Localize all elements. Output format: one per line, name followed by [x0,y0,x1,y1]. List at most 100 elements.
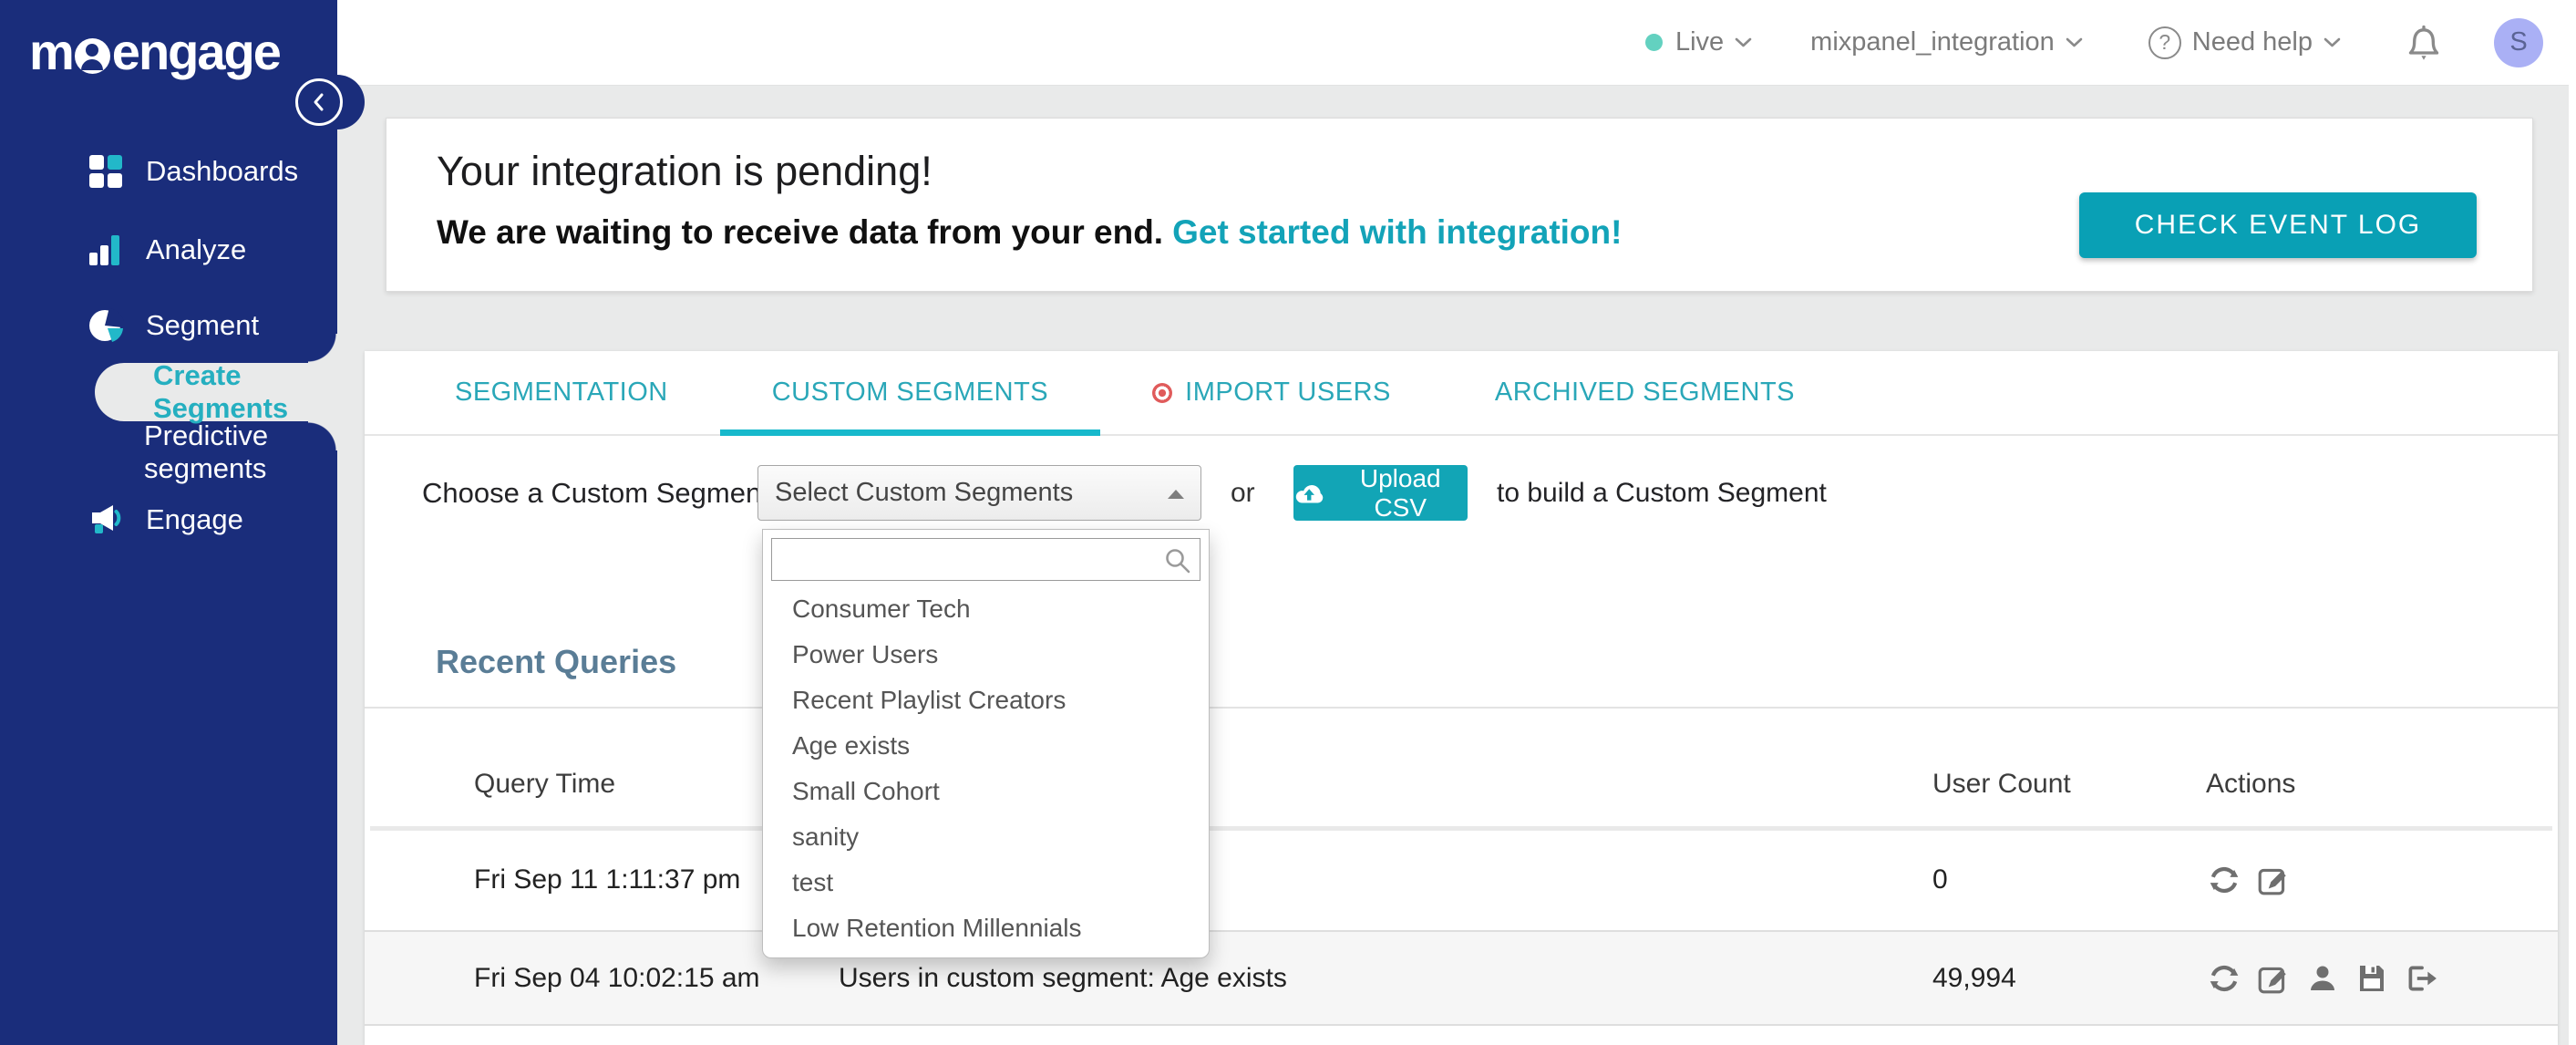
banner-subtitle: We are waiting to receive data from your… [437,213,1622,252]
row-actions [2206,932,2439,1024]
table-row: Fri Sep 11 1:11:37 pm 0 [365,831,2558,928]
edit-icon[interactable] [2255,862,2292,898]
environment-dropdown[interactable]: Live [1644,27,1752,57]
custom-segment-select[interactable]: Select Custom Segments [757,465,1201,521]
dropdown-option[interactable]: Small Cohort [763,769,1209,814]
user-icon[interactable] [2304,960,2341,997]
logo-text-pre: m [29,23,75,80]
dropdown-option[interactable]: Consumer Tech [763,586,1209,632]
banner-subtitle-text: We are waiting to receive data from your… [437,213,1164,251]
dropdown-search-box [771,538,1200,581]
recent-queries-title: Recent Queries [436,643,677,680]
sidebar-item-predictive-segments[interactable]: Predictive segments [0,419,337,484]
moengage-logo: m engage [29,22,282,81]
chevron-down-icon [2324,37,2341,47]
avatar[interactable]: S [2494,17,2543,67]
sidebar-item-analyze[interactable]: Analyze [0,221,337,279]
query-time-cell: Fri Sep 04 10:02:15 am [474,962,760,993]
tab-label: IMPORT USERS [1185,378,1391,407]
section-divider [365,707,2558,709]
avatar-initial: S [2509,27,2528,57]
dropdown-option[interactable]: Low Retention Millennials [763,905,1209,951]
chevron-up-icon [1168,490,1184,499]
or-text: or [1231,478,1255,508]
top-header: Live mixpanel_integration ? Need help S [337,0,2576,86]
cloud-upload-icon [1295,484,1324,503]
tab-bar: SEGMENTATION CUSTOM SEGMENTS IMPORT USER… [365,351,2558,436]
refresh-icon[interactable] [2206,960,2242,997]
dropdown-options: Consumer Tech Power Users Recent Playlis… [763,586,1209,951]
chevron-down-icon [1735,37,1752,47]
sidebar-corner-fillet [308,421,337,450]
get-started-link[interactable]: Get started with integration! [1172,213,1622,251]
segments-card: SEGMENTATION CUSTOM SEGMENTS IMPORT USER… [365,351,2558,1045]
dropdown-option[interactable]: Age exists [763,723,1209,769]
scrollbar-track[interactable] [2569,0,2576,1045]
banner-title: Your integration is pending! [437,148,933,194]
chevron-down-icon [2066,37,2083,47]
tab-import-users[interactable]: IMPORT USERS [1100,351,1443,434]
select-value: Select Custom Segments [775,478,1074,507]
user-count-cell: 49,994 [1932,962,2016,993]
tab-label: ARCHIVED SEGMENTS [1494,378,1796,407]
help-dropdown[interactable]: ? Need help [2148,26,2341,59]
build-segment-text: to build a Custom Segment [1497,478,1827,508]
tab-segmentation[interactable]: SEGMENTATION [403,351,720,434]
question-icon: ? [2148,26,2181,59]
choose-segment-label: Choose a Custom Segment: [422,477,778,509]
row-actions [2206,831,2292,928]
save-icon[interactable] [2354,960,2390,997]
tab-custom-segments[interactable]: CUSTOM SEGMENTS [719,351,1101,436]
sidebar-item-engage[interactable]: Engage [0,491,337,549]
segment-icon [89,307,124,342]
query-time-cell: Fri Sep 11 1:11:37 pm [474,864,741,895]
dropdown-option[interactable]: Power Users [763,632,1209,678]
column-header-query-time: Query Time [474,769,616,799]
sidebar-item-dashboards[interactable]: Dashboards [0,142,337,201]
column-header-actions: Actions [2206,769,2296,799]
help-label: Need help [2191,27,2313,57]
environment-label: Live [1674,27,1725,57]
sidebar-corner-fillet [308,334,337,363]
record-dot-icon [1152,382,1173,403]
user-count-cell: 0 [1932,864,1948,895]
chevron-left-icon [314,93,324,111]
edit-icon[interactable] [2255,960,2292,997]
live-status-dot [1644,34,1663,51]
search-input[interactable] [772,539,1200,580]
tab-archived-segments[interactable]: ARCHIVED SEGMENTS [1443,351,1847,434]
sidebar-item-label: Analyze [146,233,247,265]
sidebar: m engage Dashboards Analyze Segment Creat… [0,0,337,1045]
sidebar-item-create-segments[interactable]: Create Segments [95,359,337,424]
column-header-user-count: User Count [1932,769,2071,799]
tab-label: SEGMENTATION [455,378,668,407]
check-event-log-button[interactable]: CHECK EVENT LOG [2079,192,2477,258]
analyze-icon [89,235,119,265]
upload-csv-label: Upload CSV [1359,463,1441,522]
custom-segment-dropdown-panel: Consumer Tech Power Users Recent Playlis… [762,529,1210,958]
sidebar-item-label: Create Segments [153,359,289,424]
sidebar-item-segment[interactable]: Segment [0,296,337,355]
upload-csv-button[interactable]: Upload CSV [1293,463,1468,522]
integration-pending-banner: Your integration is pending! We are wait… [386,118,2533,292]
search-icon [1166,549,1190,574]
logo-person-o-icon [74,38,110,74]
sidebar-collapse-button[interactable] [295,78,343,126]
workspace-dropdown[interactable]: mixpanel_integration [1810,27,2083,57]
workspace-label: mixpanel_integration [1810,27,2055,57]
dashboards-icon [89,155,122,188]
engage-icon [92,505,121,533]
dropdown-option[interactable]: Recent Playlist Creators [763,678,1209,723]
export-icon[interactable] [2403,960,2439,997]
sidebar-item-label: Dashboards [146,155,299,187]
logo-text-post: engage [111,23,282,80]
tab-label: CUSTOM SEGMENTS [771,378,1049,407]
sidebar-item-label: Segment [146,309,260,341]
dropdown-option[interactable]: sanity [763,814,1209,860]
refresh-icon[interactable] [2206,862,2242,898]
bell-icon[interactable] [2405,23,2443,63]
table-row: Fri Sep 04 10:02:15 am Users in custom s… [365,930,2558,1026]
dropdown-option[interactable]: test [763,860,1209,905]
sidebar-item-label: Engage [146,503,243,535]
query-info-cell: Users in custom segment: Age exists [839,962,1287,993]
